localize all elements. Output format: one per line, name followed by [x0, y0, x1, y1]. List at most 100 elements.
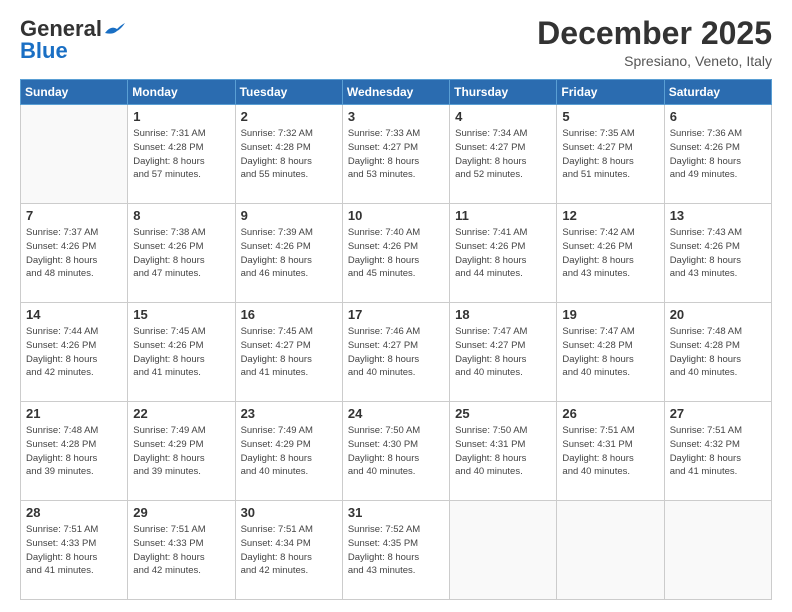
day-info-line: Sunset: 4:34 PM — [241, 537, 337, 551]
day-info-line: and 40 minutes. — [562, 366, 658, 380]
day-info-line: Sunrise: 7:49 AM — [241, 424, 337, 438]
day-number: 17 — [348, 307, 444, 322]
day-info-line: Daylight: 8 hours — [241, 155, 337, 169]
day-info: Sunrise: 7:48 AMSunset: 4:28 PMDaylight:… — [26, 424, 122, 479]
day-info-line: Daylight: 8 hours — [241, 452, 337, 466]
day-info-line: Sunset: 4:27 PM — [348, 141, 444, 155]
day-info-line: Sunset: 4:31 PM — [562, 438, 658, 452]
day-info: Sunrise: 7:52 AMSunset: 4:35 PMDaylight:… — [348, 523, 444, 578]
logo-blue: Blue — [20, 38, 68, 64]
day-info-line: and 55 minutes. — [241, 168, 337, 182]
day-info: Sunrise: 7:31 AMSunset: 4:28 PMDaylight:… — [133, 127, 229, 182]
day-info: Sunrise: 7:44 AMSunset: 4:26 PMDaylight:… — [26, 325, 122, 380]
day-info-line: Sunset: 4:26 PM — [455, 240, 551, 254]
day-number: 5 — [562, 109, 658, 124]
day-info-line: and 48 minutes. — [26, 267, 122, 281]
day-info-line: and 51 minutes. — [562, 168, 658, 182]
day-number: 28 — [26, 505, 122, 520]
day-info-line: Daylight: 8 hours — [670, 155, 766, 169]
day-info-line: Sunrise: 7:33 AM — [348, 127, 444, 141]
day-info-line: and 40 minutes. — [455, 366, 551, 380]
day-info-line: and 42 minutes. — [26, 366, 122, 380]
day-info: Sunrise: 7:48 AMSunset: 4:28 PMDaylight:… — [670, 325, 766, 380]
col-monday: Monday — [128, 80, 235, 105]
day-number: 23 — [241, 406, 337, 421]
day-number: 11 — [455, 208, 551, 223]
day-info-line: Daylight: 8 hours — [241, 551, 337, 565]
day-info-line: Sunset: 4:26 PM — [241, 240, 337, 254]
col-wednesday: Wednesday — [342, 80, 449, 105]
calendar-cell: 19Sunrise: 7:47 AMSunset: 4:28 PMDayligh… — [557, 303, 664, 402]
day-info: Sunrise: 7:33 AMSunset: 4:27 PMDaylight:… — [348, 127, 444, 182]
day-info: Sunrise: 7:38 AMSunset: 4:26 PMDaylight:… — [133, 226, 229, 281]
col-sunday: Sunday — [21, 80, 128, 105]
month-title: December 2025 — [537, 16, 772, 51]
day-number: 10 — [348, 208, 444, 223]
calendar-cell — [21, 105, 128, 204]
day-info-line: Sunrise: 7:32 AM — [241, 127, 337, 141]
calendar-cell: 23 Sunrise: 7:49 AMSunset: 4:29 PMDayligh… — [235, 402, 342, 501]
calendar-cell: 1Sunrise: 7:31 AMSunset: 4:28 PMDaylight… — [128, 105, 235, 204]
col-friday: Friday — [557, 80, 664, 105]
day-info-line: and 46 minutes. — [241, 267, 337, 281]
day-info-line: Sunrise: 7:34 AM — [455, 127, 551, 141]
day-number: 31 — [348, 505, 444, 520]
calendar-header-row: Sunday Monday Tuesday Wednesday Thursday… — [21, 80, 772, 105]
day-info-line: Sunset: 4:33 PM — [26, 537, 122, 551]
day-number: 21 — [26, 406, 122, 421]
day-info: Sunrise: 7:42 AMSunset: 4:26 PMDaylight:… — [562, 226, 658, 281]
calendar-cell: 10Sunrise: 7:40 AMSunset: 4:26 PMDayligh… — [342, 204, 449, 303]
day-number: 18 — [455, 307, 551, 322]
day-info: Sunrise: 7:51 AMSunset: 4:31 PMDaylight:… — [562, 424, 658, 479]
day-info-line: Daylight: 8 hours — [348, 452, 444, 466]
day-info-line: Daylight: 8 hours — [241, 353, 337, 367]
day-number: 8 — [133, 208, 229, 223]
day-info-line: Sunset: 4:27 PM — [455, 339, 551, 353]
day-info: Sunrise: 7:51 AMSunset: 4:33 PMDaylight:… — [26, 523, 122, 578]
day-info-line: Daylight: 8 hours — [348, 551, 444, 565]
day-info-line: Sunset: 4:32 PM — [670, 438, 766, 452]
day-info-line: Sunset: 4:28 PM — [26, 438, 122, 452]
day-info-line: and 39 minutes. — [26, 465, 122, 479]
day-info-line: Sunrise: 7:51 AM — [26, 523, 122, 537]
day-info-line: and 40 minutes. — [348, 366, 444, 380]
day-info-line: and 40 minutes. — [348, 465, 444, 479]
day-info-line: Sunrise: 7:50 AM — [348, 424, 444, 438]
calendar-cell: 21 Sunrise: 7:48 AMSunset: 4:28 PMDayligh… — [21, 402, 128, 501]
logo-bird-icon — [103, 23, 125, 37]
day-info-line: Daylight: 8 hours — [562, 452, 658, 466]
calendar-cell: 25Sunrise: 7:50 AMSunset: 4:31 PMDayligh… — [450, 402, 557, 501]
calendar-cell: 14 Sunrise: 7:44 AMSunset: 4:26 PMDayligh… — [21, 303, 128, 402]
day-info: Sunrise: 7:50 AMSunset: 4:30 PMDaylight:… — [348, 424, 444, 479]
day-info-line: Daylight: 8 hours — [26, 551, 122, 565]
day-info-line: Daylight: 8 hours — [26, 254, 122, 268]
header: General Blue December 2025 Spresiano, Ve… — [20, 16, 772, 69]
day-info: Sunrise: 7:49 AMSunset: 4:29 PMDaylight:… — [133, 424, 229, 479]
day-info: Sunrise: 7:51 AMSunset: 4:32 PMDaylight:… — [670, 424, 766, 479]
day-info: Sunrise: 7:35 AMSunset: 4:27 PMDaylight:… — [562, 127, 658, 182]
day-number: 14 — [26, 307, 122, 322]
day-info-line: Daylight: 8 hours — [241, 254, 337, 268]
calendar-cell: 8 Sunrise: 7:38 AMSunset: 4:26 PMDaylight… — [128, 204, 235, 303]
day-number: 22 — [133, 406, 229, 421]
day-info-line: Sunset: 4:27 PM — [562, 141, 658, 155]
day-info-line: Sunrise: 7:44 AM — [26, 325, 122, 339]
page: General Blue December 2025 Spresiano, Ve… — [0, 0, 792, 612]
day-info-line: Sunrise: 7:52 AM — [348, 523, 444, 537]
day-info-line: Sunrise: 7:47 AM — [562, 325, 658, 339]
day-number: 4 — [455, 109, 551, 124]
day-info-line: and 45 minutes. — [348, 267, 444, 281]
day-info-line: and 41 minutes. — [670, 465, 766, 479]
day-info-line: and 43 minutes. — [670, 267, 766, 281]
calendar-table: Sunday Monday Tuesday Wednesday Thursday… — [20, 79, 772, 600]
day-number: 12 — [562, 208, 658, 223]
day-info-line: Sunrise: 7:37 AM — [26, 226, 122, 240]
day-info-line: Sunrise: 7:38 AM — [133, 226, 229, 240]
col-tuesday: Tuesday — [235, 80, 342, 105]
day-info-line: Daylight: 8 hours — [455, 155, 551, 169]
day-info-line: Sunset: 4:27 PM — [455, 141, 551, 155]
day-info-line: Sunset: 4:29 PM — [241, 438, 337, 452]
calendar-cell: 7Sunrise: 7:37 AMSunset: 4:26 PMDaylight… — [21, 204, 128, 303]
calendar-cell — [450, 501, 557, 600]
day-info-line: Sunrise: 7:36 AM — [670, 127, 766, 141]
